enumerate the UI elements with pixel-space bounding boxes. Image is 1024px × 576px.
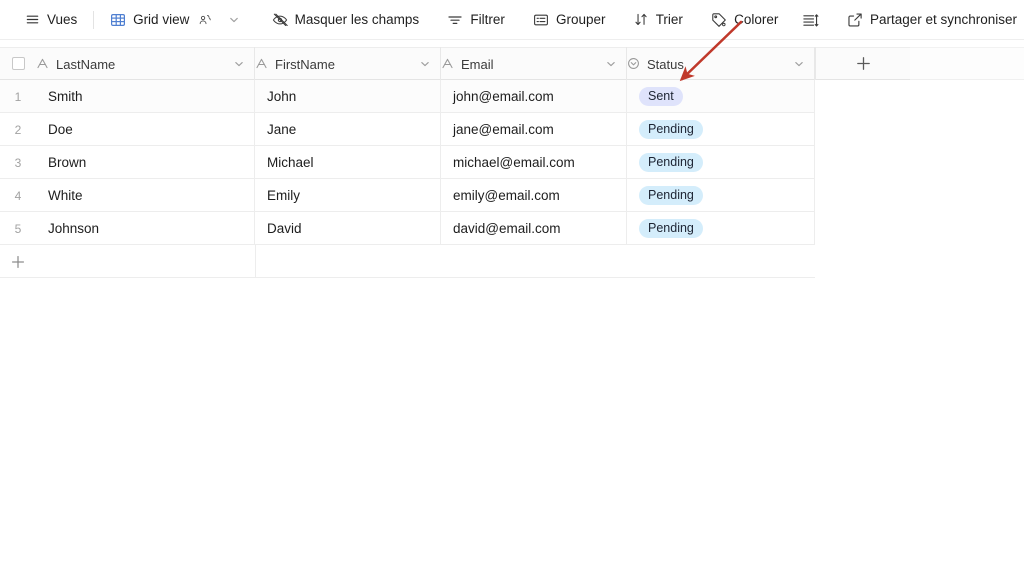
row-number: 1: [14, 89, 22, 104]
cell-email[interactable]: david@email.com: [441, 212, 627, 245]
column-name: LastName: [56, 56, 116, 72]
cell-firstname[interactable]: David: [255, 212, 441, 245]
table-row[interactable]: 4 White Emily emily@email.com Pending: [0, 179, 815, 212]
chevron-down-icon[interactable]: [419, 58, 431, 70]
status-badge: Pending: [639, 219, 703, 238]
cell-firstname[interactable]: Jane: [255, 113, 441, 146]
row-number: 5: [14, 221, 22, 236]
share-external-icon: [847, 12, 863, 28]
table-row[interactable]: 3 Brown Michael michael@email.com Pendin…: [0, 146, 815, 179]
add-record-row[interactable]: [0, 245, 815, 278]
text-field-icon: [255, 57, 268, 70]
share-sync-button[interactable]: Partager et synchroniser: [840, 6, 1024, 34]
cell-lastname[interactable]: Smith: [36, 80, 255, 113]
status-badge: Pending: [639, 186, 703, 205]
hide-fields-button[interactable]: Masquer les champs: [265, 6, 427, 34]
table-row[interactable]: 5 Johnson David david@email.com Pending: [0, 212, 815, 245]
cell-lastname[interactable]: Brown: [36, 146, 255, 179]
eye-slash-icon: [272, 12, 288, 28]
column-name: Status: [647, 56, 684, 72]
column-header-lastname[interactable]: LastName: [36, 47, 255, 80]
chevron-down-icon[interactable]: [233, 58, 245, 70]
hamburger-icon: [25, 12, 40, 27]
filter-label: Filtrer: [470, 12, 505, 28]
grid-container: LastName FirstName Email Status 1 Smith …: [0, 40, 1024, 576]
cell-status[interactable]: Pending: [627, 146, 815, 179]
select-all-checkbox[interactable]: [0, 47, 36, 80]
column-header-email[interactable]: Email: [441, 47, 627, 80]
chevron-down-icon[interactable]: [228, 14, 240, 26]
status-badge: Pending: [639, 153, 703, 172]
toolbar-divider: [93, 10, 95, 29]
sort-icon: [634, 12, 649, 27]
cell-email[interactable]: michael@email.com: [441, 146, 627, 179]
text-field-icon: [441, 57, 454, 70]
collaborators-icon: [198, 13, 213, 26]
view-name-label: Grid view: [133, 12, 190, 28]
filter-icon: [447, 12, 463, 28]
cell-firstname[interactable]: Emily: [255, 179, 441, 212]
cell-email[interactable]: jane@email.com: [441, 113, 627, 146]
row-number: 2: [14, 122, 22, 137]
cell-firstname[interactable]: John: [255, 80, 441, 113]
row-height-icon: [802, 12, 819, 28]
share-sync-label: Partager et synchroniser: [869, 12, 1018, 28]
color-label: Colorer: [734, 12, 779, 28]
toolbar: Vues Grid view Masquer les champs Filtre…: [0, 0, 1024, 40]
text-field-icon: [36, 57, 49, 70]
view-selector-button[interactable]: Grid view: [103, 6, 247, 34]
group-icon: [533, 12, 549, 28]
column-divider: [255, 245, 256, 278]
status-badge: Sent: [639, 87, 683, 106]
column-header-band-tail: [910, 47, 1024, 80]
cell-lastname[interactable]: Johnson: [36, 212, 255, 245]
hide-fields-label: Masquer les champs: [294, 12, 420, 28]
cell-status[interactable]: Pending: [627, 113, 815, 146]
single-select-icon: [627, 57, 640, 70]
table-row[interactable]: 1 Smith John john@email.com Sent: [0, 80, 815, 113]
cell-status[interactable]: Sent: [627, 80, 815, 113]
grid-view-icon: [110, 12, 126, 28]
cell-email[interactable]: emily@email.com: [441, 179, 627, 212]
views-button[interactable]: Vues: [18, 6, 84, 34]
cell-status[interactable]: Pending: [627, 212, 815, 245]
row-height-button[interactable]: [795, 6, 826, 34]
column-name: FirstName: [275, 56, 335, 72]
cell-firstname[interactable]: Michael: [255, 146, 441, 179]
plus-icon[interactable]: [0, 245, 36, 278]
sort-label: Trier: [655, 12, 683, 28]
group-label: Grouper: [556, 12, 606, 28]
sort-button[interactable]: Trier: [627, 6, 690, 34]
color-paint-icon: [711, 12, 727, 28]
checkbox-box: [11, 57, 25, 70]
cell-email[interactable]: john@email.com: [441, 80, 627, 113]
column-name: Email: [461, 56, 494, 72]
table-row[interactable]: 2 Doe Jane jane@email.com Pending: [0, 113, 815, 146]
cell-lastname[interactable]: Doe: [36, 113, 255, 146]
cell-lastname[interactable]: White: [36, 179, 255, 212]
chevron-down-icon[interactable]: [605, 58, 617, 70]
group-button[interactable]: Grouper: [526, 6, 613, 34]
status-badge: Pending: [639, 120, 703, 139]
row-number: 4: [14, 188, 22, 203]
column-header-firstname[interactable]: FirstName: [255, 47, 441, 80]
views-label: Vues: [47, 12, 78, 28]
color-button[interactable]: Colorer: [704, 6, 785, 34]
row-number: 3: [14, 155, 22, 170]
add-field-button[interactable]: [815, 47, 910, 80]
airtable-grid-app: Vues Grid view Masquer les champs Filtre…: [0, 0, 1024, 576]
filter-button[interactable]: Filtrer: [440, 6, 512, 34]
chevron-down-icon[interactable]: [793, 58, 805, 70]
plus-icon: [856, 57, 870, 70]
cell-status[interactable]: Pending: [627, 179, 815, 212]
column-header-status[interactable]: Status: [627, 47, 815, 80]
